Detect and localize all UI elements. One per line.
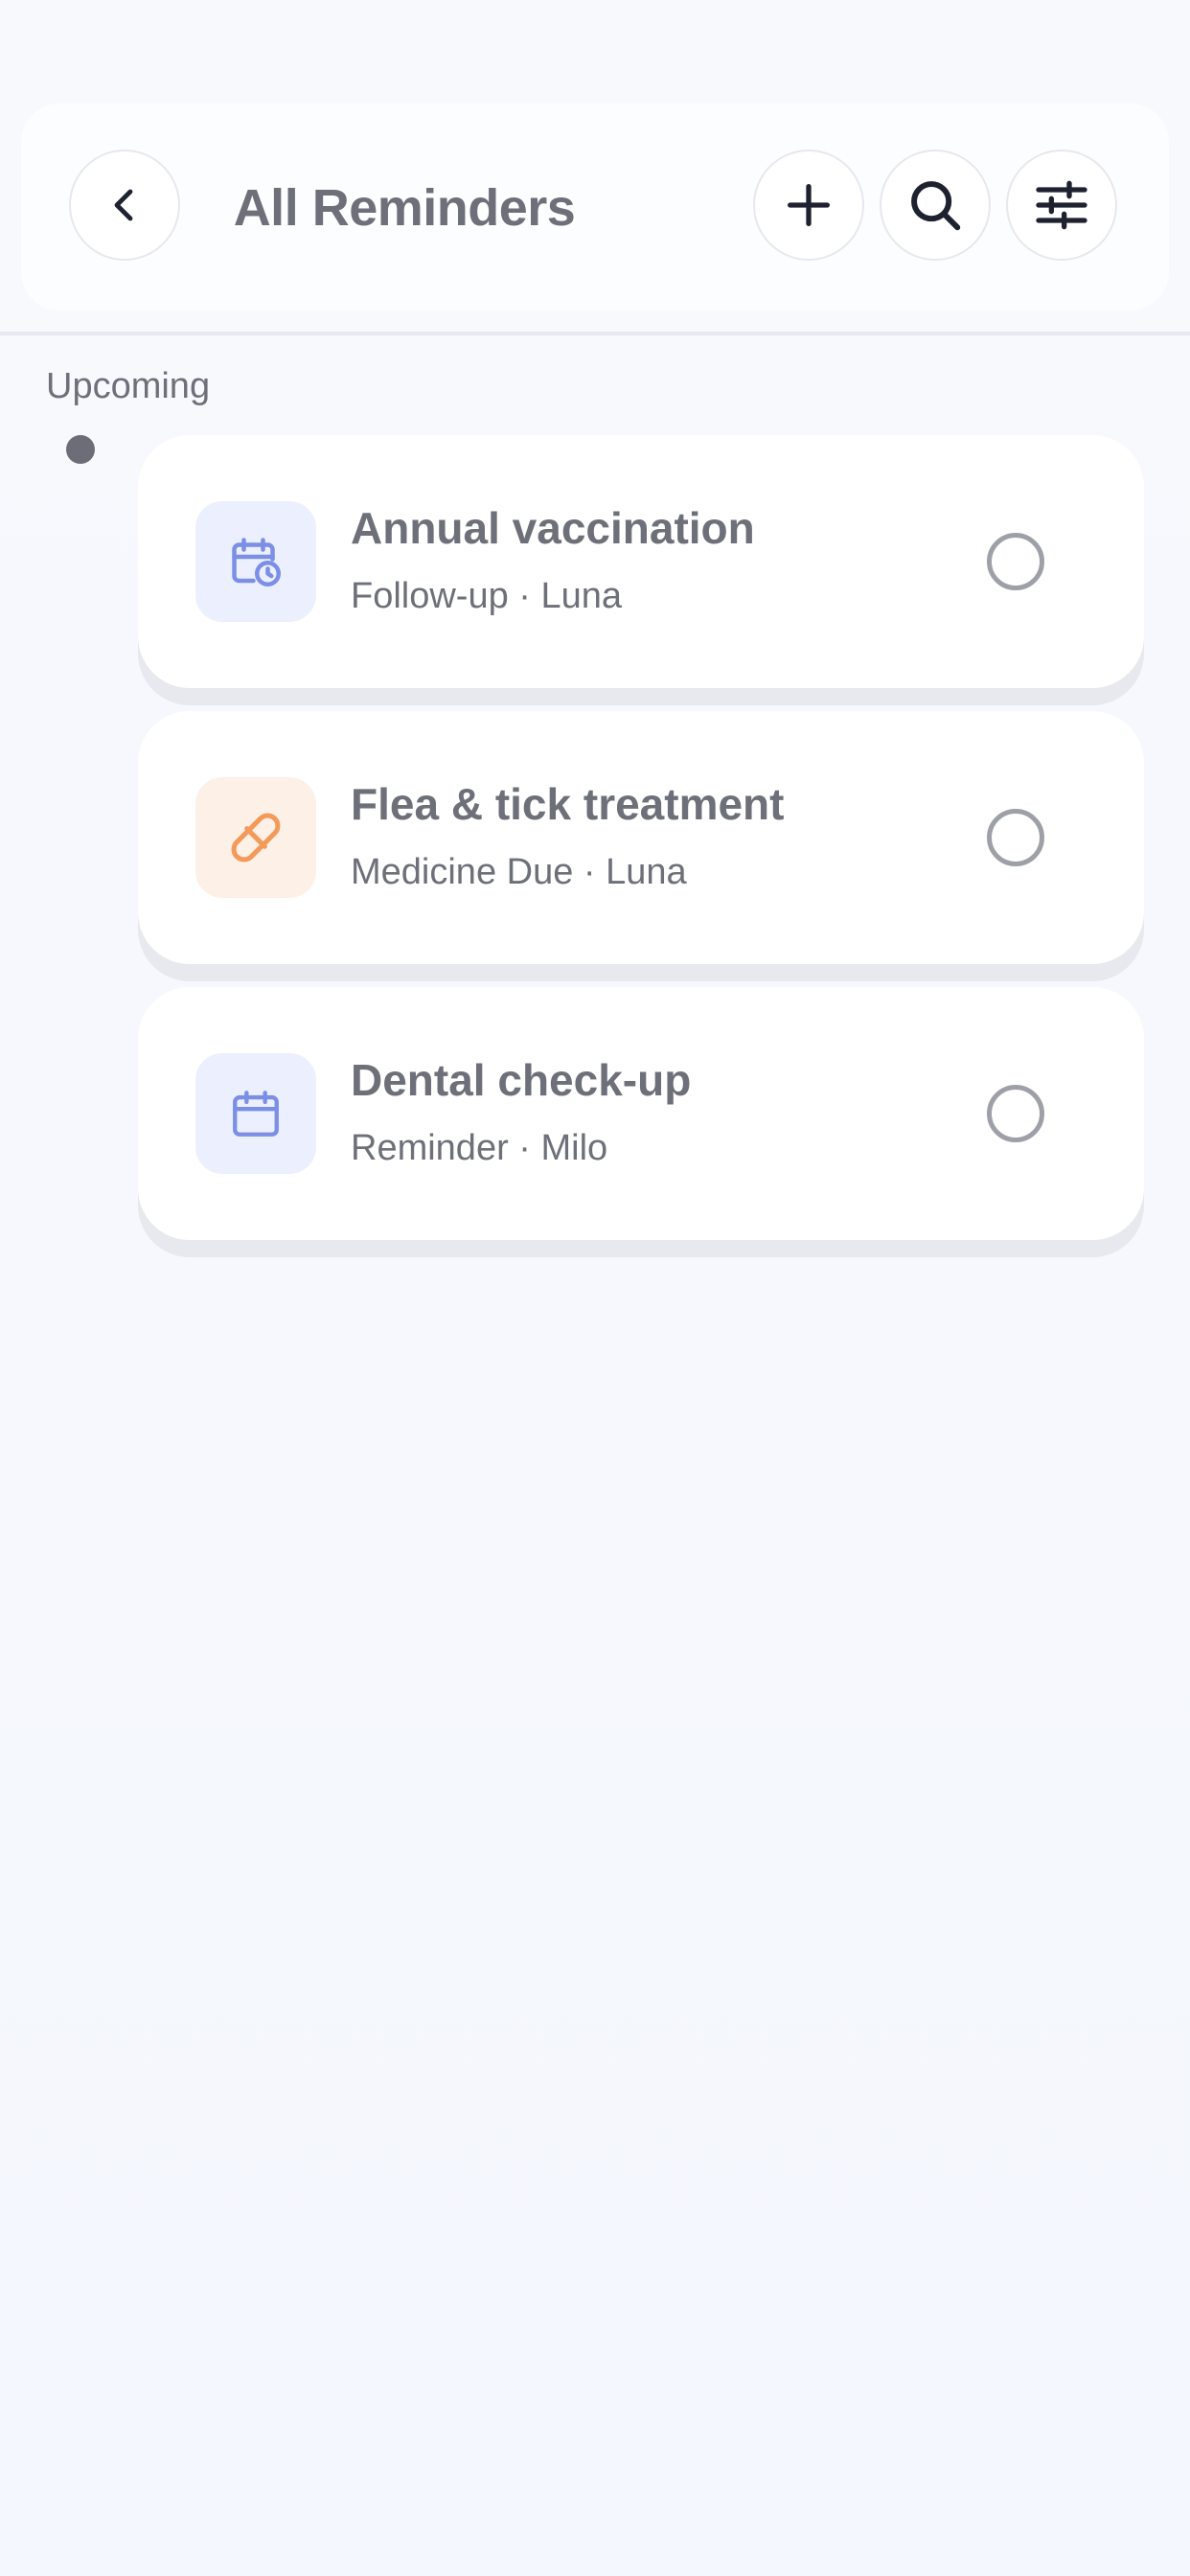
search-button[interactable]	[880, 150, 991, 261]
filter-button[interactable]	[1006, 150, 1117, 261]
top-app-bar: All Reminders	[21, 104, 1169, 310]
chevron-left-icon	[114, 189, 133, 221]
reminder-card[interactable]: Flea & tick treatment Medicine Due · Lun…	[138, 711, 1144, 964]
page-title: All Reminders	[233, 179, 576, 237]
sliders-icon	[1036, 180, 1087, 230]
search-icon	[911, 181, 961, 231]
reminder-card[interactable]: Dental check-up Reminder · Milo	[138, 987, 1144, 1240]
add-reminder-button[interactable]	[753, 150, 864, 261]
calendar-clock-icon	[232, 538, 281, 586]
reminder-icon-tile	[195, 1053, 316, 1174]
reminder-title: Flea & tick treatment	[351, 779, 785, 829]
reminder-icon-tile	[195, 501, 316, 622]
reminder-subtitle: Reminder · Milo	[351, 1128, 608, 1168]
reminder-icon-tile	[195, 777, 316, 898]
back-button[interactable]	[69, 150, 180, 261]
reminder-title: Dental check-up	[351, 1055, 692, 1105]
section-label-upcoming: Upcoming	[46, 366, 211, 406]
calendar-icon	[233, 1091, 279, 1137]
timeline-dot	[66, 435, 95, 464]
plus-icon	[788, 184, 830, 226]
reminder-subtitle: Follow-up · Luna	[351, 576, 623, 616]
reminder-title: Annual vaccination	[351, 503, 755, 553]
reminder-subtitle: Medicine Due · Luna	[351, 852, 687, 892]
pill-icon	[231, 813, 281, 862]
reminder-card[interactable]: Annual vaccination Follow-up · Luna	[138, 435, 1144, 688]
complete-checkbox[interactable]	[987, 533, 1044, 590]
complete-checkbox[interactable]	[987, 1085, 1044, 1142]
complete-checkbox[interactable]	[987, 809, 1044, 866]
header-divider	[0, 332, 1190, 335]
